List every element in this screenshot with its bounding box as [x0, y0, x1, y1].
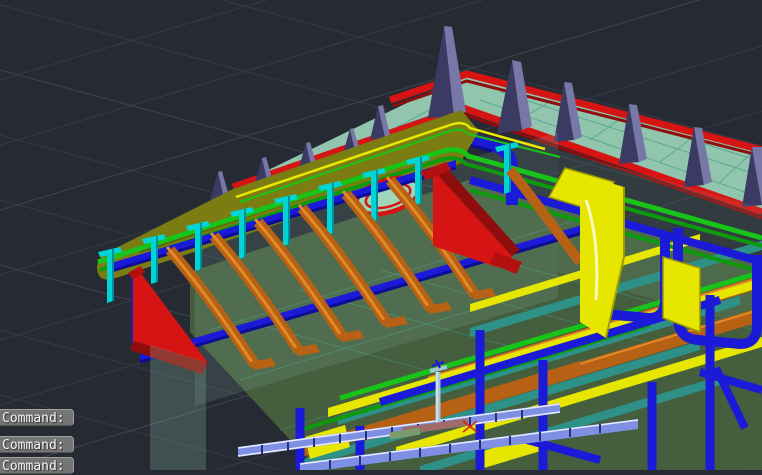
viewport-3d-model[interactable] — [0, 0, 762, 470]
command-prompt-line[interactable]: Command: — [0, 457, 74, 474]
command-prompt-line[interactable]: Command: — [0, 409, 74, 426]
command-prompt-line[interactable]: Command: — [0, 436, 74, 453]
hanging-ghost-plate[interactable] — [150, 345, 206, 470]
